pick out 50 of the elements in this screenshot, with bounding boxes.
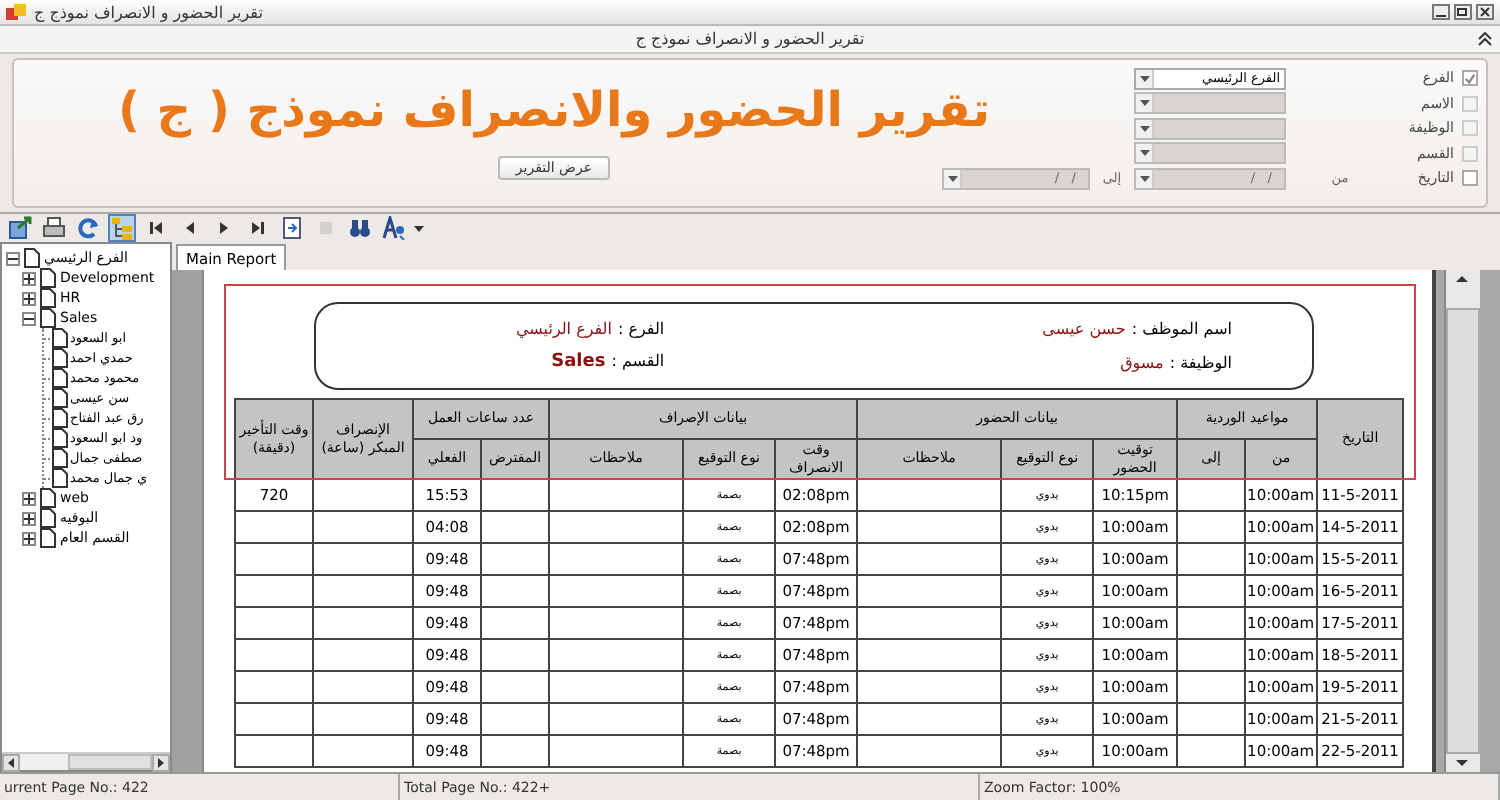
tree-icon [110,216,134,240]
last-page-icon [246,216,270,240]
export-icon [8,216,32,240]
checkbox[interactable] [1462,170,1478,186]
minimize-icon[interactable] [1432,4,1450,20]
find-text-icon [382,216,406,240]
caret-icon[interactable] [1139,75,1149,81]
close-icon[interactable] [1476,4,1494,20]
info-value: الفرع الرئيسي [516,319,612,338]
scrollbar[interactable] [1444,270,1480,772]
expand-icon[interactable] [22,291,36,305]
go-to-page-icon [280,216,304,240]
info-label: القسم : [611,352,665,373]
toolbar-button[interactable] [108,214,136,242]
info-value: مسوق [1120,354,1164,372]
print-icon [42,216,66,240]
app-icon [6,3,26,21]
expand-icon[interactable] [22,511,36,525]
checkbox[interactable] [1462,70,1478,86]
first-page-icon [144,216,168,240]
toolbar-button[interactable] [6,214,34,242]
toolbar-button[interactable] [278,214,306,242]
left-arrow-icon[interactable] [8,758,14,768]
binoculars-icon [348,216,372,240]
toolbar-button[interactable] [346,214,374,242]
info-label: الوظيفة : [1169,354,1232,372]
scrollbar[interactable] [2,752,170,770]
refresh-icon [76,216,100,240]
collapse-icon[interactable] [22,311,36,325]
toolbar-button[interactable] [40,214,68,242]
expand-icon[interactable] [22,491,36,505]
window-title: تقرير الحضور و الانصراف نموذج ج [34,3,263,21]
stop-icon [314,216,338,240]
right-arrow-icon[interactable] [158,758,164,768]
info-label: الفرع : [617,319,665,338]
toolbar-button[interactable] [74,214,102,242]
report-title: تقرير الحضور والانصراف نموذج ( ج ) [117,80,991,142]
collapse-icon[interactable] [6,251,20,265]
toolbar-button[interactable] [380,214,408,242]
caret-icon[interactable] [1139,175,1149,181]
restore-icon[interactable] [1454,4,1472,20]
caret-icon[interactable] [414,225,424,231]
info-label: اسم الموظف : [1131,320,1232,338]
caret-icon[interactable] [947,175,957,181]
info-value: حسن عيسى [1042,320,1126,338]
expand-icon[interactable] [22,531,36,545]
collapse-icon[interactable] [1478,32,1492,46]
info-value: Sales [551,352,606,373]
expand-icon[interactable] [22,271,36,285]
panel-title: تقرير الحضور و الانصراف نموذج ج [635,30,865,48]
